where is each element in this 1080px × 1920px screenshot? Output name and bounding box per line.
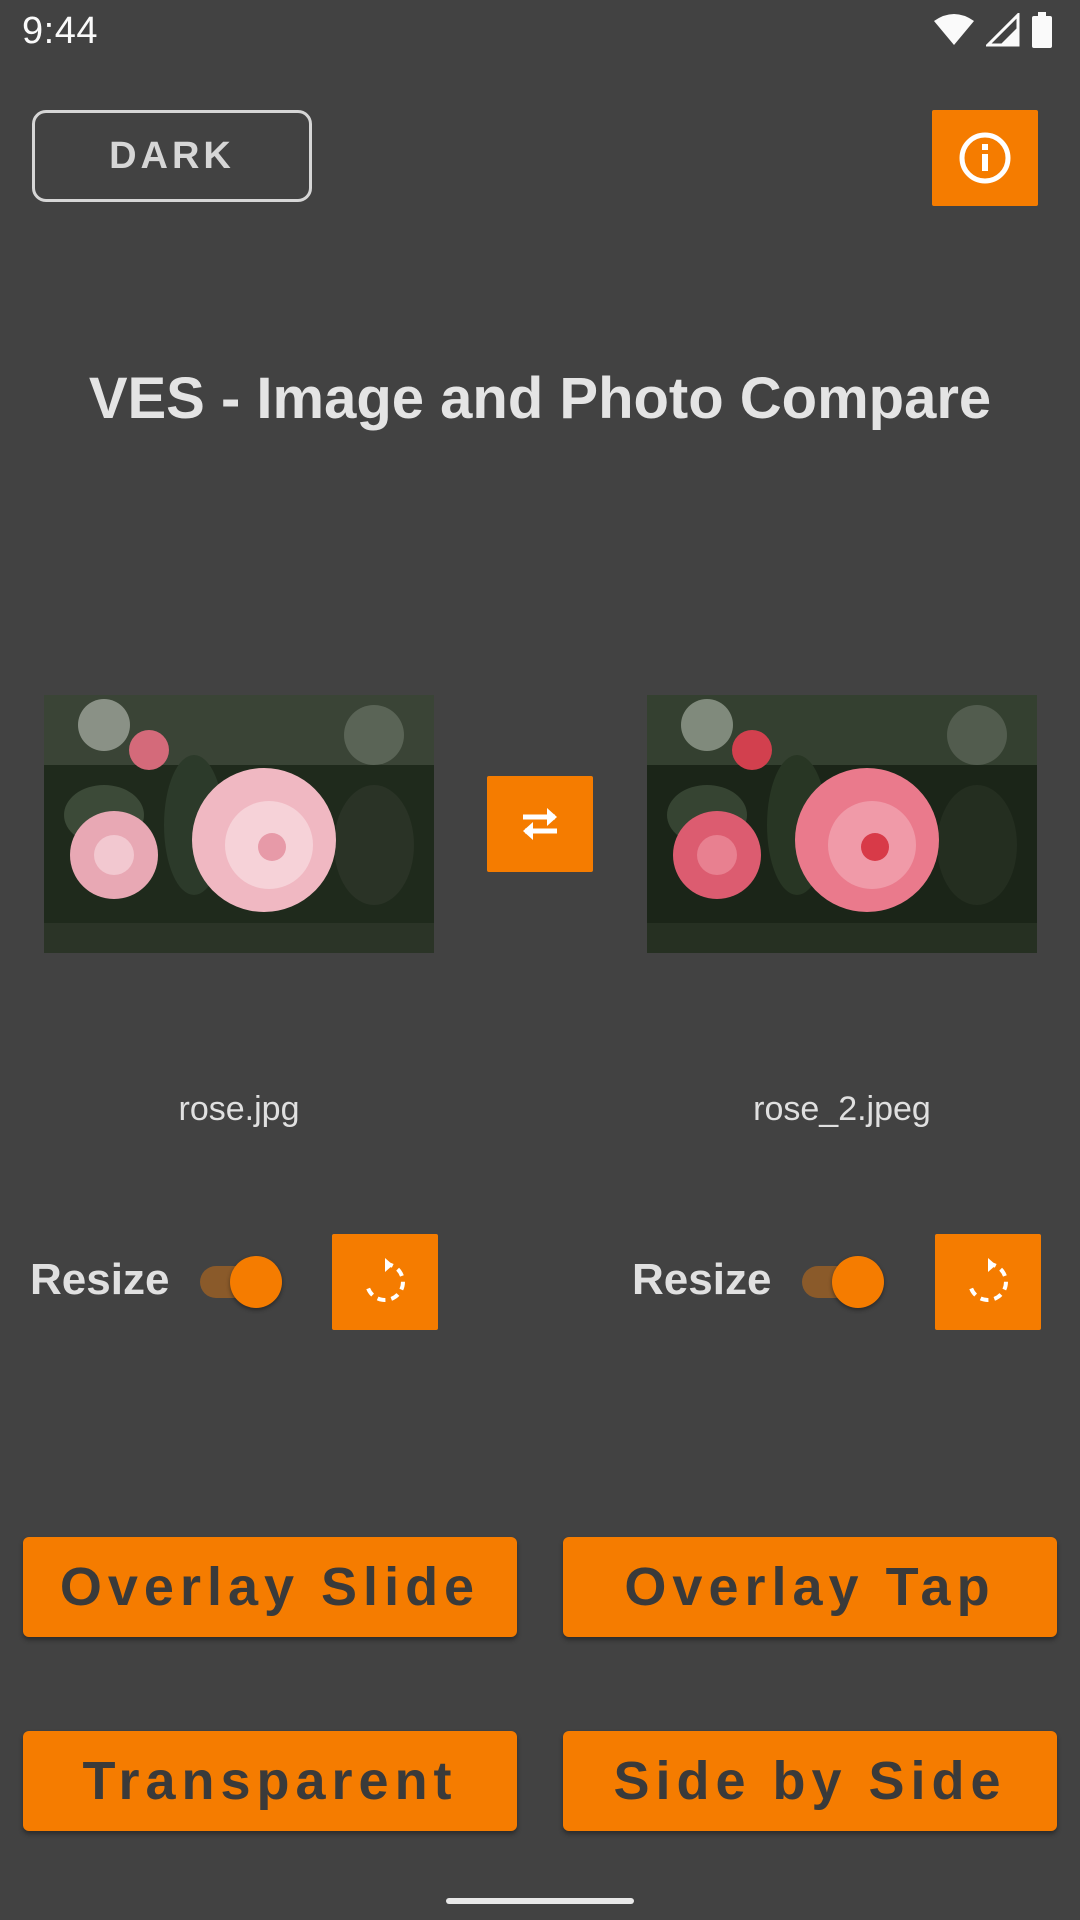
- right-rotate-button[interactable]: [935, 1234, 1041, 1330]
- swap-images-button[interactable]: [487, 776, 593, 872]
- status-time: 9:44: [22, 10, 98, 52]
- theme-toggle-button[interactable]: DARK: [32, 110, 312, 202]
- left-image-filename: rose.jpg: [178, 1090, 300, 1128]
- right-image-thumbnail[interactable]: [647, 695, 1037, 953]
- swap-horizontal-icon: [523, 808, 557, 840]
- navigation-handle[interactable]: [446, 1898, 634, 1904]
- left-resize-switch[interactable]: [196, 1256, 282, 1308]
- left-rotate-button[interactable]: [332, 1234, 438, 1330]
- status-icons: [934, 12, 1052, 48]
- side-by-side-button[interactable]: Side by Side: [563, 1731, 1057, 1831]
- wifi-icon: [934, 14, 974, 45]
- overlay-tap-button[interactable]: Overlay Tap: [563, 1537, 1057, 1637]
- rotate-icon: [366, 1258, 405, 1302]
- battery-icon: [1032, 12, 1052, 48]
- right-image-filename: rose_2.jpeg: [753, 1090, 931, 1128]
- signal-icon: [986, 13, 1020, 47]
- right-resize-switch[interactable]: [798, 1256, 884, 1308]
- rotate-icon: [969, 1258, 1008, 1302]
- left-resize-label: Resize: [30, 1255, 170, 1304]
- right-resize-label: Resize: [632, 1255, 772, 1304]
- app-title: VES - Image and Photo Compare: [88, 366, 992, 431]
- left-image-thumbnail[interactable]: [44, 695, 434, 953]
- info-icon: [959, 132, 1011, 184]
- transparent-button[interactable]: Transparent: [23, 1731, 517, 1831]
- info-button[interactable]: [932, 110, 1038, 206]
- overlay-slide-button[interactable]: Overlay Slide: [23, 1537, 517, 1637]
